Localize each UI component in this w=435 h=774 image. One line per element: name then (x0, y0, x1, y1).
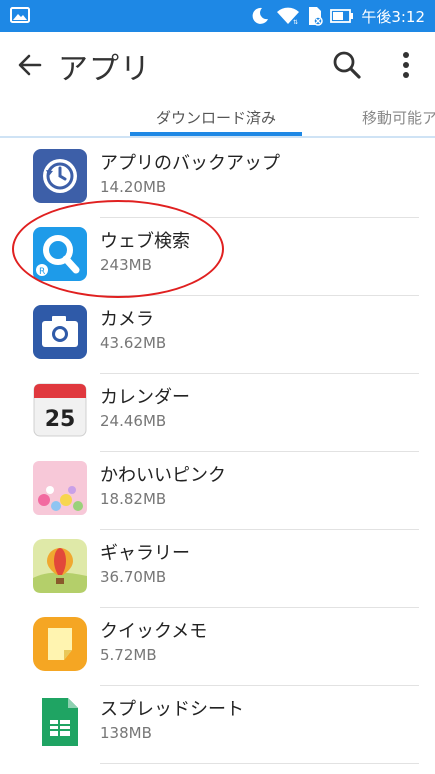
moon-icon (251, 7, 269, 25)
quick-memo-icon (32, 616, 88, 672)
app-size: 24.46MB (100, 412, 167, 430)
app-size: 14.20MB (100, 178, 167, 196)
list-item-sheets[interactable]: スプレッドシート 138MB (0, 686, 435, 764)
battery-icon (330, 9, 354, 23)
app-size: 36.70MB (100, 568, 167, 586)
app-name: カメラ (100, 309, 154, 330)
calendar-day: 25 (45, 407, 76, 432)
app-size: 138MB (100, 724, 152, 742)
backup-icon (32, 148, 88, 204)
list-item-gallery[interactable]: ギャラリー 36.70MB (0, 530, 435, 608)
pink-theme-icon (32, 460, 88, 516)
back-button[interactable] (10, 45, 50, 85)
list-item-pink-theme[interactable]: かわいいピンク 18.82MB (0, 452, 435, 530)
clock-time: 午後3:12 (361, 7, 425, 26)
back-arrow-icon (18, 54, 42, 76)
tab-downloaded[interactable]: ダウンロード済み (130, 107, 302, 128)
svg-text:⇅: ⇅ (293, 19, 298, 25)
app-name: クイックメモ (100, 621, 208, 642)
app-size: 43.62MB (100, 334, 167, 352)
divider (100, 763, 419, 764)
list-item-quick-memo[interactable]: クイックメモ 5.72MB (0, 608, 435, 686)
sim-icon (307, 6, 324, 26)
gallery-icon (32, 538, 88, 594)
app-name: ギャラリー (100, 543, 190, 564)
list-item-calendar[interactable]: 25 カレンダー 24.46MB (0, 374, 435, 452)
sheets-icon (32, 694, 88, 750)
app-name: カレンダー (100, 387, 190, 408)
app-name: スプレッドシート (100, 699, 244, 720)
more-vert-icon (403, 52, 409, 78)
status-bar: ⇅ 午後3:12 (0, 0, 435, 32)
app-size: 5.72MB (100, 646, 157, 664)
app-size: 18.82MB (100, 490, 167, 508)
tab-movable[interactable]: 移動可能ア (362, 107, 435, 128)
camera-icon (32, 304, 88, 360)
tab-indicator (130, 132, 302, 136)
search-button[interactable] (326, 45, 368, 85)
list-item-camera[interactable]: カメラ 43.62MB (0, 296, 435, 374)
more-options-button[interactable] (388, 45, 424, 85)
calendar-icon: 25 (32, 382, 88, 438)
page-title: アプリ (58, 52, 151, 87)
search-icon (333, 51, 361, 79)
tab-bar: ダウンロード済み 移動可能ア (0, 98, 435, 138)
wifi-icon: ⇅ (276, 7, 300, 25)
app-bar: アプリ (0, 32, 435, 98)
app-name: かわいいピンク (100, 465, 226, 486)
app-name: アプリのバックアップ (100, 153, 280, 174)
highlight-circle (12, 200, 224, 298)
image-icon (10, 7, 30, 23)
